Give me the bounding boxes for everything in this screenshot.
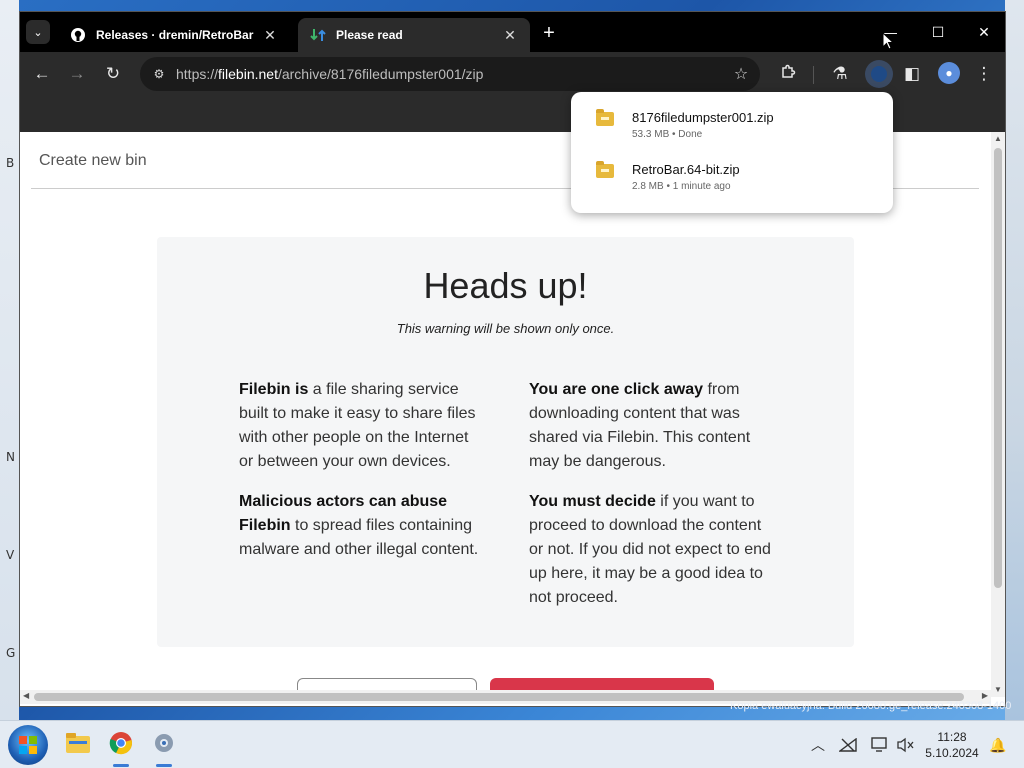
create-new-bin-link[interactable]: Create new bin <box>39 152 147 170</box>
close-window-button[interactable]: ✕ <box>961 12 1007 52</box>
menu-button[interactable]: ⋮ <box>972 62 996 86</box>
file-explorer-icon <box>65 732 91 759</box>
notification-bell-icon[interactable]: 🔔 <box>988 735 1008 755</box>
taskbar-app-chrome[interactable] <box>105 729 137 767</box>
clock-time: 11:28 <box>937 730 967 744</box>
zip-folder-icon <box>596 161 614 178</box>
volume-muted-icon[interactable] <box>896 735 916 755</box>
evaluation-watermark: Kopia ewaluacyjna. Build 26080.ge_releas… <box>730 700 1012 712</box>
arrow-right-icon: → <box>68 64 86 83</box>
github-icon <box>70 27 86 43</box>
scroll-up-icon[interactable]: ▲ <box>993 134 1003 144</box>
avatar-icon: ● <box>945 66 953 80</box>
mouse-cursor-icon <box>882 31 895 50</box>
download-item[interactable]: 8176filedumpster001.zip 53.3 MB • Done <box>571 100 893 148</box>
back-button[interactable]: ← <box>30 62 54 86</box>
taskbar-app-explorer[interactable] <box>62 729 94 761</box>
page-title: Heads up! <box>423 265 588 306</box>
tab-please-read[interactable]: Please read ✕ <box>298 18 530 52</box>
url-host: filebin.net <box>218 66 278 82</box>
download-filename: 8176filedumpster001.zip <box>632 110 774 125</box>
reload-button[interactable]: ↻ <box>101 62 125 86</box>
scroll-right-icon[interactable]: ▶ <box>982 691 988 700</box>
chevron-down-icon: ⌄ <box>33 26 43 39</box>
labs-button[interactable]: ⚗ <box>828 62 852 86</box>
download-status: 2.8 MB • 1 minute ago <box>632 181 731 192</box>
taskbar-clock[interactable]: 11:28 5.10.2024 <box>922 729 982 761</box>
clock-date: 5.10.2024 <box>925 746 979 760</box>
forward-button[interactable]: → <box>65 62 89 86</box>
site-info-icon[interactable]: ⚙ <box>150 65 168 83</box>
filebin-icon <box>310 27 326 43</box>
chevron-up-icon[interactable]: ︿ <box>808 735 828 755</box>
download-status: 53.3 MB • Done <box>632 129 703 140</box>
info-paragraph: You are one click away from downloading … <box>529 378 775 474</box>
download-item[interactable]: RetroBar.64-bit.zip 2.8 MB • 1 minute ag… <box>571 152 893 200</box>
info-paragraph-bold: You must decide <box>529 493 656 510</box>
desktop-right-edge <box>1005 0 1024 720</box>
close-icon: ✕ <box>978 23 990 40</box>
url-scheme: https:// <box>176 66 219 82</box>
flask-icon: ⚗ <box>832 64 848 83</box>
reload-icon: ↻ <box>105 64 121 83</box>
url-text[interactable]: https://filebin.net/archive/8176filedump… <box>176 66 483 82</box>
display-icon[interactable] <box>870 735 890 755</box>
download-filename: RetroBar.64-bit.zip <box>632 162 740 177</box>
puzzle-icon <box>780 64 796 85</box>
new-tab-button[interactable]: + <box>538 22 560 44</box>
scroll-thumb[interactable] <box>994 148 1002 588</box>
arrow-left-icon: ← <box>33 64 51 83</box>
page-subtitle: This warning will be shown only once. <box>396 321 615 336</box>
info-paragraph-bold: Filebin is <box>239 381 309 398</box>
vertical-scrollbar[interactable]: ▲ ▼ <box>991 132 1005 697</box>
browser-toolbar: ← → ↻ ⚙ https://filebin.net/archive/8176… <box>20 52 1005 96</box>
network-icon[interactable] <box>838 735 858 755</box>
desktop-left-edge: B N V G <box>0 0 19 720</box>
info-column-right: You are one click away from downloading … <box>529 378 775 626</box>
downloads-bubble: 8176filedumpster001.zip 53.3 MB • Done R… <box>571 92 893 213</box>
tab-releases[interactable]: Releases · dremin/RetroBar ✕ <box>58 18 290 52</box>
desktop-icon-label-fragment: G <box>6 646 16 660</box>
tab-title: Releases · dremin/RetroBar <box>96 28 254 42</box>
windows-logo-icon <box>19 736 37 754</box>
desktop-icon-label-fragment: B <box>6 156 15 170</box>
desktop-icon-label-fragment: V <box>6 548 15 562</box>
maximize-icon: ☐ <box>931 23 945 40</box>
scroll-down-icon[interactable]: ▼ <box>993 685 1003 695</box>
profile-button[interactable]: ● <box>938 62 960 84</box>
info-paragraph: Filebin is a file sharing service built … <box>239 378 485 474</box>
chrome-icon <box>109 731 133 760</box>
tab-close-icon[interactable]: ✕ <box>262 27 278 44</box>
download-progress-icon <box>871 66 887 82</box>
info-column-left: Filebin is a file sharing service built … <box>239 378 485 578</box>
info-paragraph-bold: You are one click away <box>529 381 704 398</box>
bookmark-star-icon[interactable]: ☆ <box>730 63 752 85</box>
zip-folder-icon <box>596 109 614 126</box>
tab-close-icon[interactable]: ✕ <box>502 27 518 44</box>
tab-strip: ⌄ Releases · dremin/RetroBar ✕ Please re… <box>20 12 1005 52</box>
maximize-button[interactable]: ☐ <box>915 12 961 52</box>
desktop-icon-label-fragment: N <box>6 450 15 464</box>
info-paragraph: Malicious actors can abuse Filebin to sp… <box>239 490 485 562</box>
page-content: Create new bin Heads up! This warning wi… <box>20 132 991 697</box>
tab-title: Please read <box>336 28 403 42</box>
extensions-button[interactable] <box>776 62 800 86</box>
toolbar-separator <box>813 66 814 84</box>
kebab-menu-icon: ⋮ <box>975 64 993 83</box>
url-path: /archive/8176filedumpster001/zip <box>277 66 484 82</box>
side-panel-icon: ◧ <box>903 64 921 83</box>
start-button[interactable] <box>8 725 48 765</box>
retrobar-settings-icon <box>152 731 176 760</box>
taskbar: ︿ 11:28 5.10.2024 🔔 <box>0 720 1024 768</box>
warning-card: Heads up! This warning will be shown onl… <box>157 237 854 647</box>
address-bar[interactable]: ⚙ https://filebin.net/archive/8176filedu… <box>140 57 760 91</box>
side-panel-button[interactable]: ◧ <box>900 62 924 86</box>
tab-search-button[interactable]: ⌄ <box>26 20 50 44</box>
scroll-left-icon[interactable]: ◀ <box>23 691 29 700</box>
taskbar-app-retrobar[interactable] <box>148 729 180 767</box>
info-paragraph: You must decide if you want to proceed t… <box>529 490 775 610</box>
downloads-button[interactable] <box>865 60 893 88</box>
